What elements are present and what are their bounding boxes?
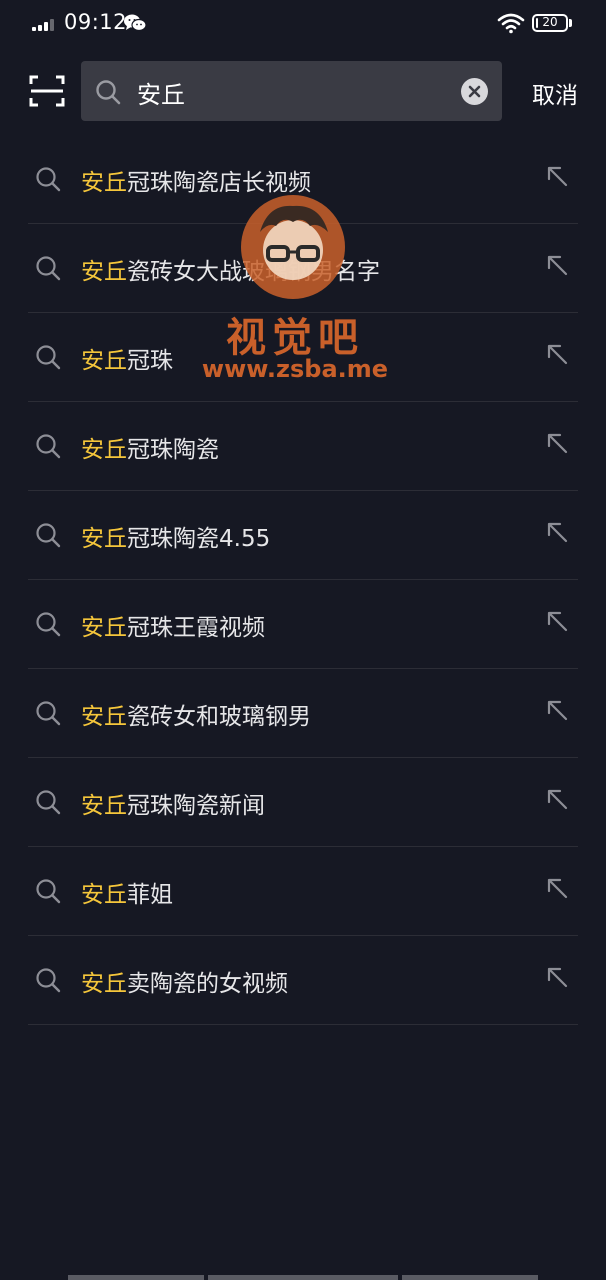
fill-query-arrow-icon[interactable] (544, 430, 572, 458)
suggestion-rest: 瓷砖女大战玻璃钢男名字 (127, 259, 380, 285)
suggestion-item[interactable]: 安丘瓷砖女大战玻璃钢男名字 (28, 224, 578, 313)
wechat-icon (124, 14, 147, 32)
fill-query-arrow-icon[interactable] (544, 964, 572, 992)
suggestion-rest: 冠珠陶瓷 (127, 437, 219, 463)
suggestion-highlight: 安丘 (81, 793, 127, 819)
battery-icon: 20 (532, 14, 568, 32)
scan-icon[interactable] (28, 73, 66, 109)
suggestion-highlight: 安丘 (81, 882, 127, 908)
suggestion-rest: 瓷砖女和玻璃钢男 (127, 704, 311, 730)
fill-query-arrow-icon[interactable] (544, 786, 572, 814)
suggestion-highlight: 安丘 (81, 971, 127, 997)
fill-query-arrow-icon[interactable] (544, 697, 572, 725)
search-box[interactable] (81, 61, 502, 121)
suggestion-rest: 菲姐 (127, 882, 173, 908)
suggestion-text: 安丘冠珠陶瓷店长视频 (81, 163, 311, 197)
bottom-bar-segment (402, 1275, 538, 1280)
battery-percent: 20 (542, 15, 558, 29)
status-time: 09:12 (64, 10, 128, 34)
suggestion-rest: 卖陶瓷的女视频 (127, 971, 288, 997)
suggestion-rest: 冠珠王霞视频 (127, 615, 265, 641)
suggestion-text: 安丘冠珠陶瓷4.55 (81, 519, 270, 553)
suggestion-highlight: 安丘 (81, 526, 127, 552)
suggestion-highlight: 安丘 (81, 348, 127, 374)
suggestion-item[interactable]: 安丘冠珠 (28, 313, 578, 402)
suggestion-highlight: 安丘 (81, 259, 127, 285)
search-icon (36, 167, 61, 192)
suggestion-text: 安丘冠珠陶瓷 (81, 430, 219, 464)
search-icon (36, 256, 61, 281)
suggestion-highlight: 安丘 (81, 615, 127, 641)
fill-query-arrow-icon[interactable] (544, 341, 572, 369)
bottom-bar-segment (68, 1275, 204, 1280)
search-icon (96, 80, 121, 105)
search-header: 取消 (0, 60, 606, 122)
suggestion-item[interactable]: 安丘冠珠王霞视频 (28, 580, 578, 669)
suggestion-text: 安丘卖陶瓷的女视频 (81, 964, 288, 998)
suggestion-highlight: 安丘 (81, 704, 127, 730)
clear-icon[interactable] (461, 78, 488, 105)
suggestion-item[interactable]: 安丘冠珠陶瓷 (28, 402, 578, 491)
search-icon (36, 612, 61, 637)
search-icon (36, 701, 61, 726)
suggestion-list: 安丘冠珠陶瓷店长视频 安丘瓷砖女大战玻璃钢男名字 安丘冠珠 安丘冠珠陶瓷 安丘冠… (28, 135, 578, 1025)
suggestion-item[interactable]: 安丘冠珠陶瓷新闻 (28, 758, 578, 847)
suggestion-item[interactable]: 安丘菲姐 (28, 847, 578, 936)
suggestion-item[interactable]: 安丘瓷砖女和玻璃钢男 (28, 669, 578, 758)
fill-query-arrow-icon[interactable] (544, 608, 572, 636)
suggestion-item[interactable]: 安丘卖陶瓷的女视频 (28, 936, 578, 1025)
status-bar: 09:12 20 (0, 0, 606, 48)
wifi-icon (497, 13, 525, 34)
fill-query-arrow-icon[interactable] (544, 875, 572, 903)
suggestion-text: 安丘冠珠陶瓷新闻 (81, 786, 265, 820)
suggestion-text: 安丘冠珠王霞视频 (81, 608, 265, 642)
suggestion-text: 安丘瓷砖女和玻璃钢男 (81, 697, 311, 731)
battery-nub (569, 19, 572, 27)
fill-query-arrow-icon[interactable] (544, 252, 572, 280)
search-input[interactable] (135, 71, 449, 113)
search-icon (36, 879, 61, 904)
cancel-button[interactable]: 取消 (520, 76, 590, 109)
suggestion-rest: 冠珠陶瓷新闻 (127, 793, 265, 819)
search-icon (36, 434, 61, 459)
fill-query-arrow-icon[interactable] (544, 519, 572, 547)
suggestion-item[interactable]: 安丘冠珠陶瓷店长视频 (28, 135, 578, 224)
search-icon (36, 968, 61, 993)
suggestion-highlight: 安丘 (81, 437, 127, 463)
suggestion-text: 安丘菲姐 (81, 875, 173, 909)
bottom-bar-segment (208, 1275, 398, 1280)
suggestion-highlight: 安丘 (81, 170, 127, 196)
search-icon (36, 523, 61, 548)
suggestion-text: 安丘冠珠 (81, 341, 173, 375)
search-icon (36, 345, 61, 370)
suggestion-text: 安丘瓷砖女大战玻璃钢男名字 (81, 252, 380, 286)
suggestion-item[interactable]: 安丘冠珠陶瓷4.55 (28, 491, 578, 580)
fill-query-arrow-icon[interactable] (544, 163, 572, 191)
suggestion-rest: 冠珠陶瓷店长视频 (127, 170, 311, 196)
suggestion-rest: 冠珠 (127, 348, 173, 374)
signal-icon (32, 19, 54, 31)
suggestion-rest: 冠珠陶瓷4.55 (127, 526, 271, 552)
search-icon (36, 790, 61, 815)
